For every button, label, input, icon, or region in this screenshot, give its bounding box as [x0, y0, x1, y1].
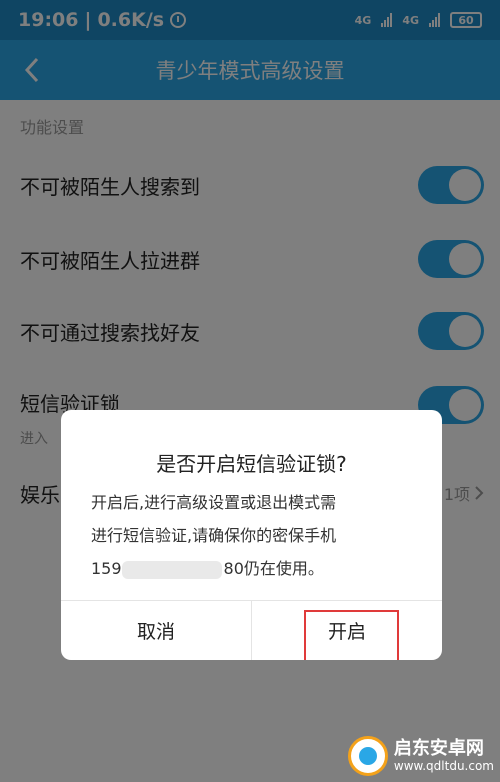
- dialog-message: 开启后,进行高级设置或退出模式需 进行短信验证,请确保你的密保手机 159 80仍…: [91, 486, 421, 585]
- dialog-line-1: 开启后,进行高级设置或退出模式需: [91, 493, 337, 512]
- dialog-title: 是否开启短信验证锁?: [156, 452, 347, 476]
- highlight-box: [304, 610, 399, 660]
- dialog-line-3: 159 80仍在使用。: [91, 552, 421, 585]
- confirm-dialog: 是否开启短信验证锁? 开启后,进行高级设置或退出模式需 进行短信验证,请确保你的…: [61, 410, 442, 660]
- watermark: 启东安卓网 www.qdltdu.com: [347, 736, 494, 776]
- cancel-button[interactable]: 取消: [61, 601, 251, 660]
- watermark-url: www.qdltdu.com: [393, 759, 494, 773]
- watermark-brand: 启东安卓网: [393, 738, 484, 759]
- dialog-line-2: 进行短信验证,请确保你的密保手机: [91, 526, 337, 545]
- redacted-phone: [121, 560, 222, 579]
- watermark-logo-icon: [347, 736, 388, 776]
- phone-suffix: 80仍在使用。: [223, 559, 324, 578]
- modal-overlay[interactable]: [0, 0, 500, 782]
- phone-prefix: 159: [91, 559, 122, 578]
